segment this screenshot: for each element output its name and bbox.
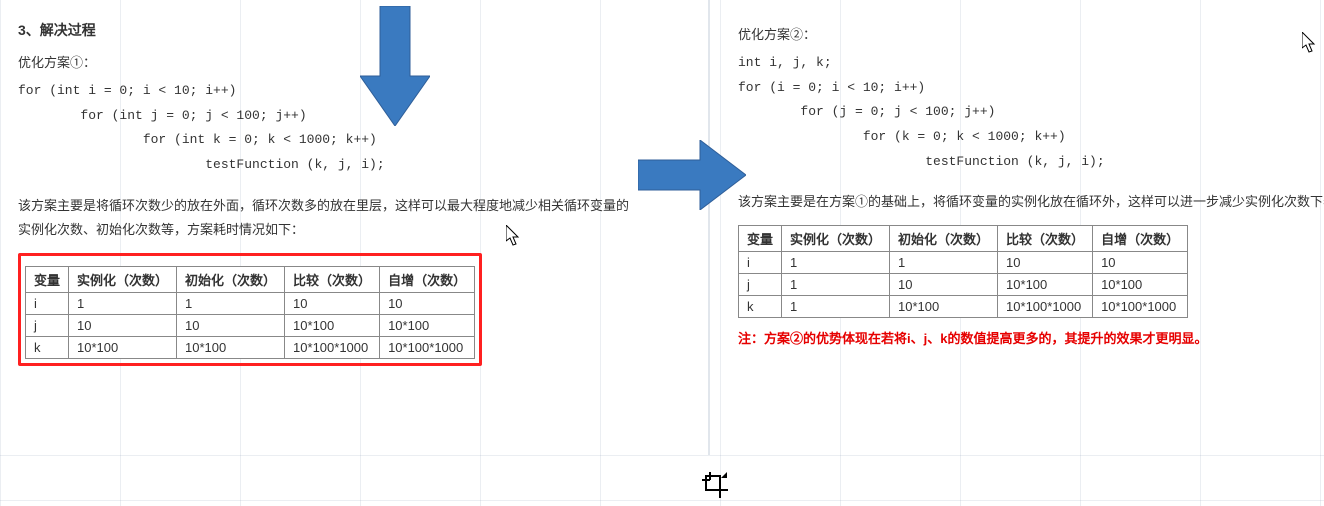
th: 自增（次数） xyxy=(1093,226,1188,252)
td: 10 xyxy=(1093,252,1188,274)
td: 10*100 xyxy=(380,315,475,337)
th: 变量 xyxy=(739,226,782,252)
td: 1 xyxy=(782,252,890,274)
crop-cursor-icon xyxy=(702,472,728,498)
right-arrow-icon xyxy=(638,140,746,210)
td: 10*100*1000 xyxy=(380,337,475,359)
table-2: 变量 实例化（次数） 初始化（次数） 比较（次数） 自增（次数） i 1 1 1… xyxy=(738,225,1188,318)
td: i xyxy=(26,293,69,315)
td: 1 xyxy=(782,296,890,318)
td: 10 xyxy=(998,252,1093,274)
td: i xyxy=(739,252,782,274)
td: 10*100*1000 xyxy=(1093,296,1188,318)
table-row: i 1 1 10 10 xyxy=(739,252,1188,274)
th: 实例化（次数） xyxy=(69,267,177,293)
td: 10 xyxy=(285,293,380,315)
td: j xyxy=(26,315,69,337)
th: 实例化（次数） xyxy=(782,226,890,252)
table-row: k 1 10*100 10*100*1000 10*100*1000 xyxy=(739,296,1188,318)
th: 变量 xyxy=(26,267,69,293)
td: k xyxy=(739,296,782,318)
left-column: 3、解决过程 优化方案①： for (int i = 0; i < 10; i+… xyxy=(18,0,638,369)
section-title: 3、解决过程 xyxy=(18,20,638,40)
th: 初始化（次数） xyxy=(177,267,285,293)
th: 比较（次数） xyxy=(285,267,380,293)
plan-label-1: 优化方案①： xyxy=(18,52,638,71)
td: 10 xyxy=(890,274,998,296)
th: 初始化（次数） xyxy=(890,226,998,252)
table-row: j 10 10 10*100 10*100 xyxy=(26,315,475,337)
down-arrow-icon xyxy=(360,6,430,126)
table-header-row: 变量 实例化（次数） 初始化（次数） 比较（次数） 自增（次数） xyxy=(26,267,475,293)
th: 自增（次数） xyxy=(380,267,475,293)
table-row: k 10*100 10*100 10*100*1000 10*100*1000 xyxy=(26,337,475,359)
td: 10 xyxy=(177,315,285,337)
td: 10*100*1000 xyxy=(998,296,1093,318)
table-row: j 1 10 10*100 10*100 xyxy=(739,274,1188,296)
description-1: 该方案主要是将循环次数少的放在外面，循环次数多的放在里层，这样可以最大程度地减少… xyxy=(18,194,638,243)
td: 10*100*1000 xyxy=(285,337,380,359)
table-header-row: 变量 实例化（次数） 初始化（次数） 比较（次数） 自增（次数） xyxy=(739,226,1188,252)
td: 10*100 xyxy=(998,274,1093,296)
td: 10*100 xyxy=(177,337,285,359)
column-divider xyxy=(708,0,710,455)
table-1: 变量 实例化（次数） 初始化（次数） 比较（次数） 自增（次数） i 1 1 1… xyxy=(25,266,475,359)
td: 1 xyxy=(177,293,285,315)
td: 10*100 xyxy=(1093,274,1188,296)
td: j xyxy=(739,274,782,296)
table-row: i 1 1 10 10 xyxy=(26,293,475,315)
td: 10*100 xyxy=(890,296,998,318)
td: 10 xyxy=(69,315,177,337)
td: 1 xyxy=(890,252,998,274)
td: k xyxy=(26,337,69,359)
td: 10*100 xyxy=(69,337,177,359)
th: 比较（次数） xyxy=(998,226,1093,252)
td: 10 xyxy=(380,293,475,315)
note-text: 注：方案②的优势体现在若将i、j、k的数值提高更多的，其提升的效果才更明显。 xyxy=(738,328,1324,347)
code-block-1: for (int i = 0; i < 10; i++) for (int j … xyxy=(18,79,638,178)
td: 1 xyxy=(69,293,177,315)
td: 1 xyxy=(782,274,890,296)
plan-label-2: 优化方案②： xyxy=(738,24,1324,43)
highlight-box: 变量 实例化（次数） 初始化（次数） 比较（次数） 自增（次数） i 1 1 1… xyxy=(18,253,482,366)
td: 10*100 xyxy=(285,315,380,337)
right-column: 优化方案②： int i, j, k; for (i = 0; i < 10; … xyxy=(738,0,1324,347)
description-2: 该方案主要是在方案①的基础上，将循环变量的实例化放在循环外，这样可以进一步减少实… xyxy=(738,190,1324,215)
code-block-2: int i, j, k; for (i = 0; i < 10; i++) fo… xyxy=(738,51,1324,174)
